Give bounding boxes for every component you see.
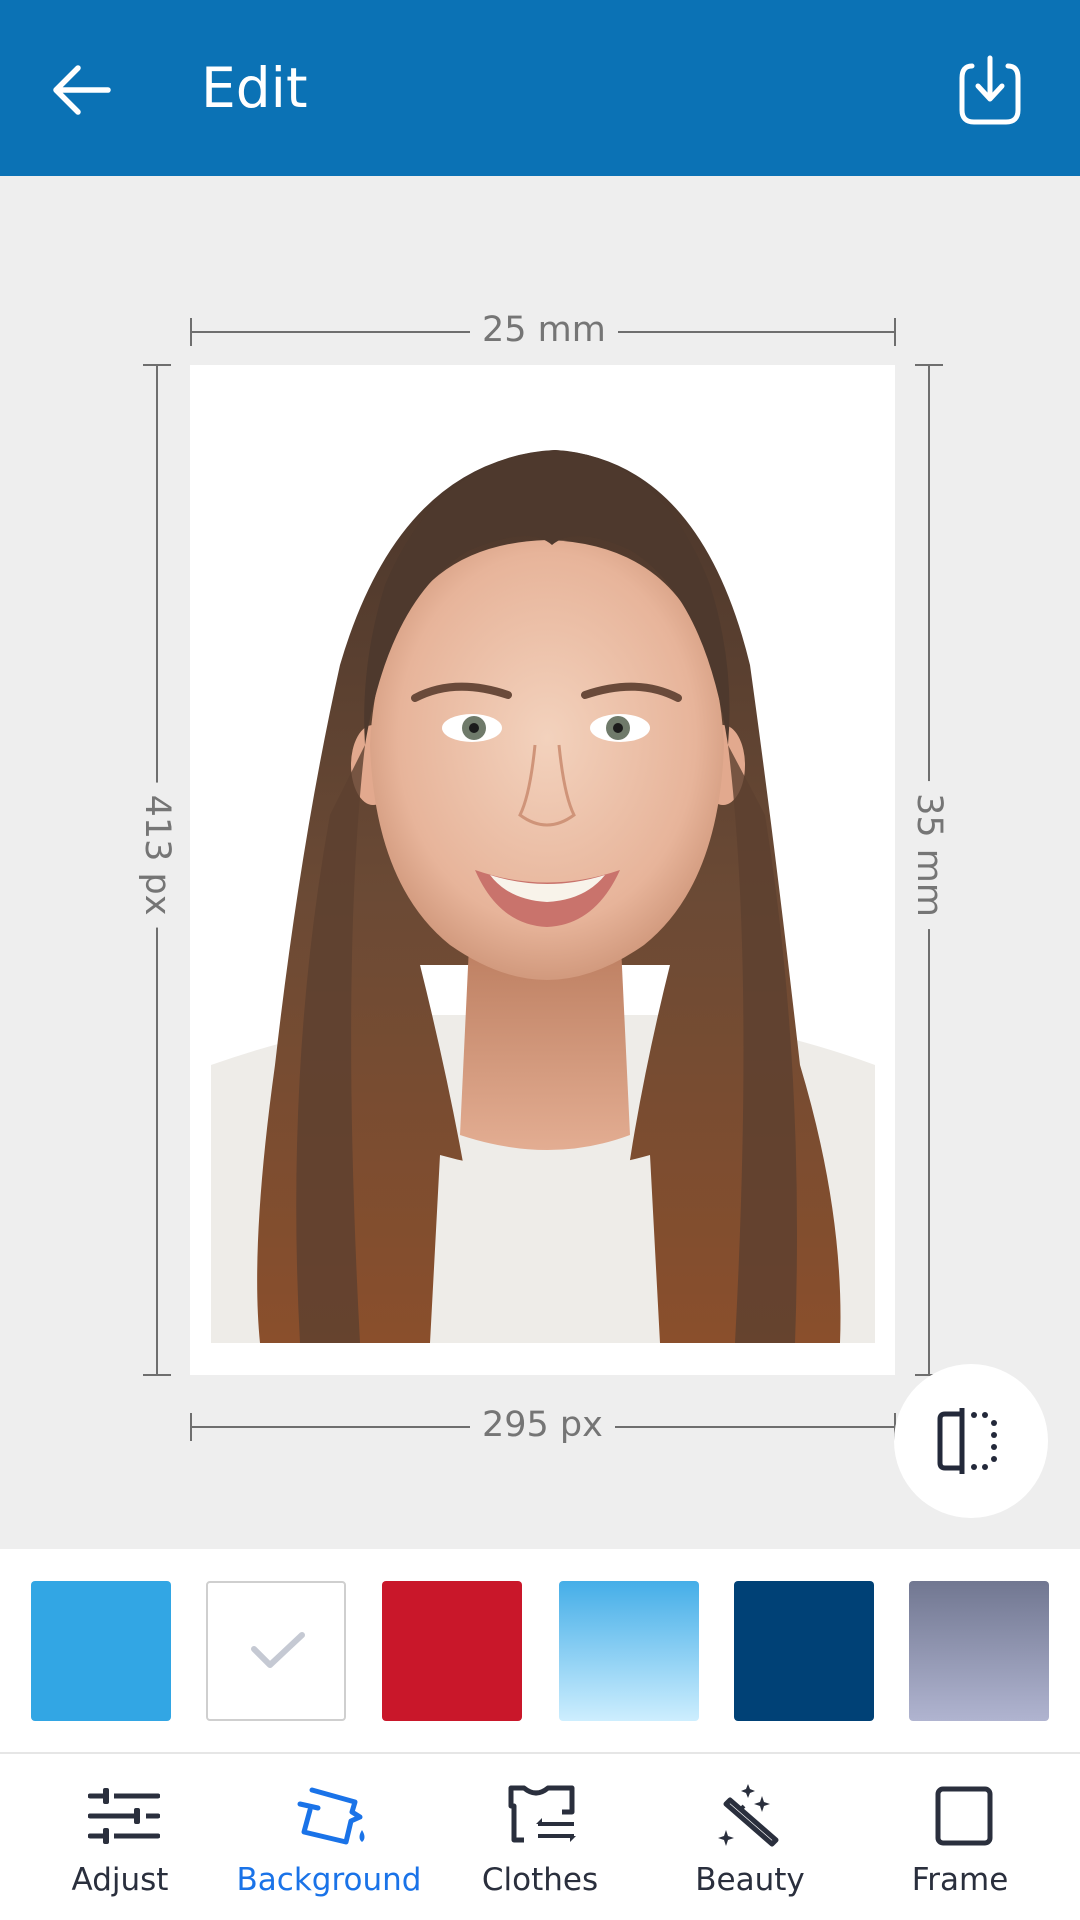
tab-background[interactable]: Background	[229, 1754, 429, 1920]
tab-beauty-label: Beauty	[695, 1862, 805, 1898]
paint-bucket-icon	[297, 1787, 365, 1845]
bottom-toolbar: Adjust Background Clothes Beauty Frame	[0, 1754, 1080, 1920]
app-header: Edit	[0, 0, 1080, 176]
left-dimension-tick-bottom	[143, 1374, 171, 1376]
swatch-red[interactable]	[382, 1581, 522, 1721]
swatch-gray-gradient[interactable]	[909, 1581, 1049, 1721]
download-button[interactable]	[950, 52, 1030, 132]
page-title: Edit	[201, 56, 308, 120]
tab-frame[interactable]: Frame	[860, 1754, 1060, 1920]
top-dimension-tick-left	[190, 318, 192, 346]
bottom-dimension-tick-left	[190, 1413, 192, 1441]
width-mm-label: 25 mm	[470, 310, 618, 350]
tab-adjust-label: Adjust	[71, 1862, 169, 1898]
sliders-icon	[88, 1788, 160, 1844]
height-mm-label: 35 mm	[909, 781, 949, 929]
compare-icon	[937, 1408, 997, 1474]
arrow-left-icon	[53, 65, 111, 115]
magic-wand-icon	[718, 1784, 779, 1847]
top-dimension-tick-right	[894, 318, 896, 346]
back-button[interactable]	[46, 60, 116, 120]
background-color-palette	[0, 1549, 1080, 1752]
portrait-image	[211, 365, 875, 1343]
tab-beauty[interactable]: Beauty	[650, 1754, 850, 1920]
tab-clothes[interactable]: Clothes	[440, 1754, 640, 1920]
download-icon	[959, 55, 1021, 125]
swatch-navy[interactable]	[734, 1581, 874, 1721]
swatch-blue-gradient[interactable]	[559, 1581, 699, 1721]
height-px-label: 413 px	[137, 782, 177, 928]
swatch-light-blue[interactable]	[31, 1581, 171, 1721]
id-photo[interactable]	[190, 365, 895, 1375]
swatch-white[interactable]	[206, 1581, 346, 1721]
tab-frame-label: Frame	[911, 1862, 1009, 1898]
compare-button[interactable]	[894, 1364, 1048, 1518]
shirt-swap-icon	[508, 1785, 576, 1843]
right-dimension-tick-top	[915, 364, 943, 366]
left-dimension-tick-top	[143, 364, 171, 366]
width-px-label: 295 px	[470, 1405, 615, 1445]
tab-background-label: Background	[236, 1862, 422, 1898]
checkmark-icon	[251, 1632, 305, 1668]
tab-clothes-label: Clothes	[481, 1862, 599, 1898]
square-frame-icon	[935, 1786, 993, 1846]
tab-adjust[interactable]: Adjust	[20, 1754, 220, 1920]
